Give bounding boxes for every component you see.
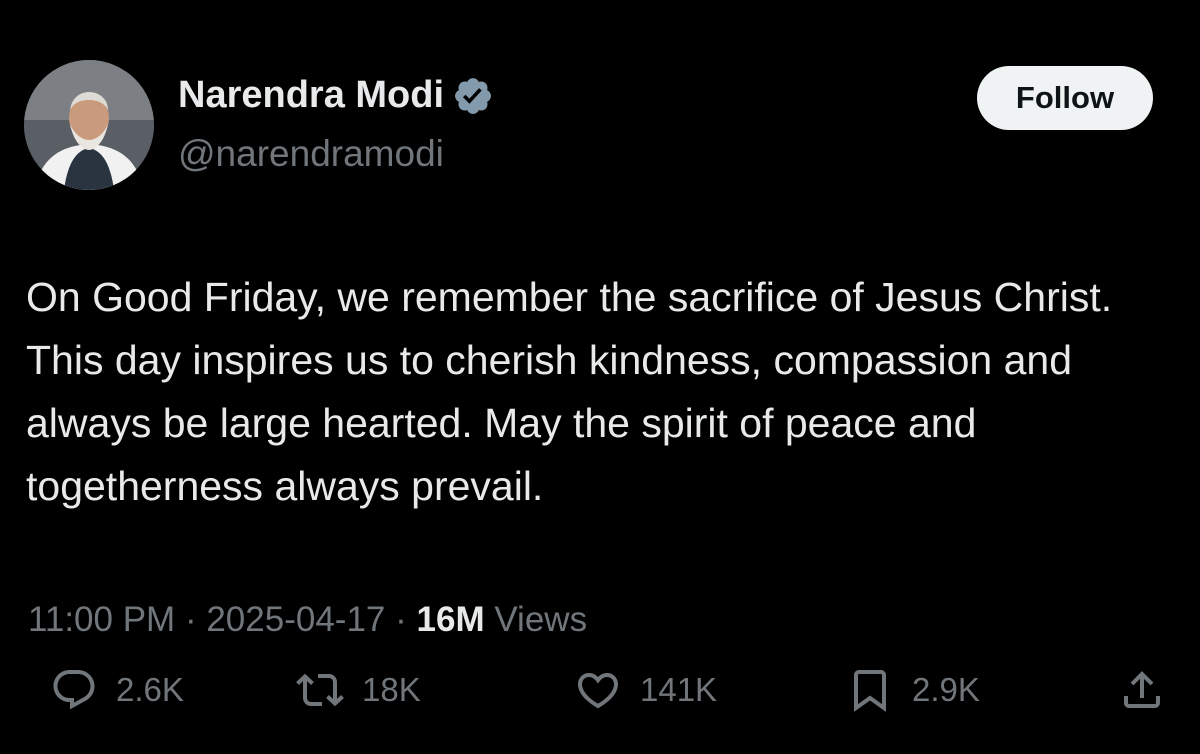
reply-bubble-icon (53, 670, 95, 710)
like-button[interactable]: 141K (574, 665, 717, 715)
views-count: 16M (416, 600, 485, 639)
bookmark-count: 2.9K (912, 671, 980, 708)
meta-separator: · (395, 600, 407, 639)
author-name-row[interactable]: Narendra Modi (178, 74, 494, 117)
tweet-time[interactable]: 11:00 PM (28, 600, 175, 639)
like-count: 141K (640, 671, 718, 708)
repost-count: 18K (362, 671, 421, 708)
views-label: Views (494, 600, 588, 639)
reply-button[interactable]: 2.6K (50, 665, 184, 715)
tweet-meta: 11:00 PM · 2025-04-17 · 16M Views (28, 600, 587, 640)
heart-icon (577, 673, 619, 709)
repost-arrows-icon (296, 673, 344, 707)
avatar[interactable] (24, 60, 154, 190)
share-button[interactable] (1118, 665, 1166, 715)
follow-button[interactable]: Follow (977, 66, 1153, 130)
action-bar: 2.6K 18K 141K 2.9K (0, 665, 1200, 715)
author-handle[interactable]: @narendramodi (178, 133, 444, 175)
bookmark-button[interactable]: 2.9K (846, 665, 980, 715)
tweet-text: On Good Friday, we remember the sacrific… (26, 274, 1113, 509)
verified-badge-icon[interactable] (452, 75, 494, 117)
bookmark-icon (854, 670, 886, 712)
meta-separator: · (184, 600, 197, 639)
repost-button[interactable]: 18K (296, 665, 421, 715)
share-upload-icon (1124, 671, 1160, 708)
tweet-date[interactable]: 2025-04-17 (206, 600, 385, 639)
author-name[interactable]: Narendra Modi (178, 74, 444, 117)
reply-count: 2.6K (116, 671, 184, 708)
